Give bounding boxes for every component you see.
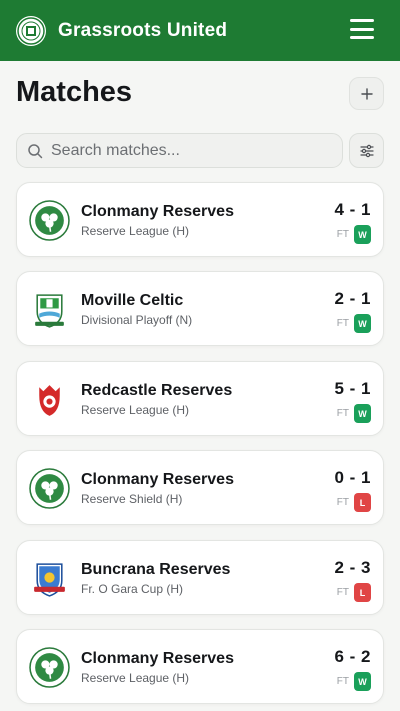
buncrana-crest-icon [34, 563, 65, 597]
page-title: Matches [16, 76, 133, 108]
app-header: Grassroots United [0, 0, 400, 61]
clonmany-crest-icon [29, 468, 70, 509]
competition-label: Reserve League (H) [81, 403, 190, 417]
competition-label: Reserve Shield (H) [81, 492, 183, 506]
competition-label: Reserve League (H) [81, 671, 190, 685]
club-name: Grassroots United [58, 19, 228, 41]
opponent-name: Redcastle Reserves [81, 382, 233, 399]
match-score: 2 - 3 [334, 558, 371, 577]
match-score: 5 - 1 [334, 379, 371, 398]
match-status: FT [336, 587, 349, 598]
clonmany-crest-icon [29, 647, 70, 688]
result-badge: W [354, 314, 371, 333]
match-card[interactable]: Clonmany Reserves Reserve League (H) 4 -… [16, 182, 384, 257]
match-score: 6 - 2 [334, 647, 371, 666]
redcastle-crest-icon [39, 385, 60, 416]
plus-icon [360, 87, 373, 100]
match-card[interactable]: Clonmany Reserves Reserve Shield (H) 0 -… [16, 450, 384, 525]
match-status: FT [336, 229, 349, 240]
search-bar [16, 133, 343, 168]
match-status: FT [336, 318, 349, 329]
opponent-name: Clonmany Reserves [81, 650, 234, 667]
match-card[interactable]: Moville Celtic Divisional Playoff (N) 2 … [16, 271, 384, 346]
sliders-icon [359, 144, 374, 157]
competition-label: Reserve League (H) [81, 224, 190, 238]
competition-label: Divisional Playoff (N) [81, 313, 193, 327]
moville-crest-icon [35, 294, 64, 328]
match-score: 4 - 1 [334, 200, 371, 219]
club-crest-icon[interactable] [16, 15, 46, 46]
result-badge: L [354, 493, 371, 512]
match-status: FT [336, 497, 349, 508]
filter-button[interactable] [349, 133, 384, 168]
opponent-name: Moville Celtic [81, 292, 184, 309]
match-status: FT [336, 408, 349, 419]
result-badge: W [354, 225, 371, 244]
match-score: 0 - 1 [334, 468, 371, 487]
opponent-name: Clonmany Reserves [81, 471, 234, 488]
match-status: FT [336, 676, 349, 687]
search-icon [28, 143, 43, 158]
search-input[interactable] [51, 141, 321, 160]
match-score: 2 - 1 [334, 289, 371, 308]
clonmany-crest-icon [29, 200, 70, 241]
match-card[interactable]: Redcastle Reserves Reserve League (H) 5 … [16, 361, 384, 436]
opponent-name: Clonmany Reserves [81, 203, 234, 220]
opponent-name: Buncrana Reserves [81, 561, 231, 578]
result-badge: W [354, 672, 371, 691]
competition-label: Fr. O Gara Cup (H) [81, 582, 184, 596]
result-badge: W [354, 404, 371, 423]
match-card[interactable]: Buncrana Reserves Fr. O Gara Cup (H) 2 -… [16, 540, 384, 615]
hamburger-menu-icon[interactable] [350, 19, 374, 39]
add-match-button[interactable] [349, 77, 384, 110]
result-badge: L [354, 583, 371, 602]
match-card[interactable]: Clonmany Reserves Reserve League (H) 6 -… [16, 629, 384, 704]
